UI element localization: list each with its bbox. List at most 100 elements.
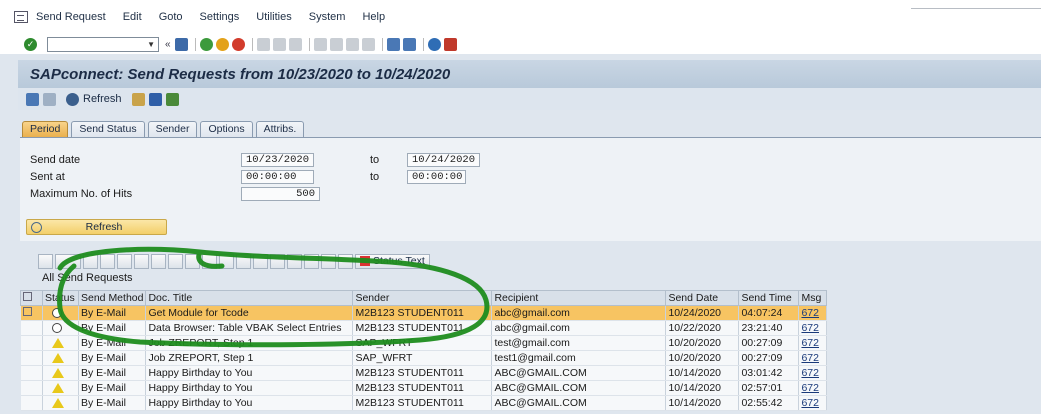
- collapse-selection-icon[interactable]: [43, 92, 56, 106]
- send-date-from-input[interactable]: 10/23/2020: [241, 153, 314, 167]
- table-row[interactable]: By E-Mail Happy Birthday to You M2B123 S…: [20, 395, 828, 411]
- find-icon[interactable]: [272, 37, 286, 51]
- find-next-icon[interactable]: [288, 37, 302, 51]
- sort-menu-icon[interactable]: [55, 253, 81, 269]
- table-row[interactable]: By E-Mail Get Module for Tcode M2B123 ST…: [20, 305, 828, 321]
- views-icon[interactable]: [304, 253, 319, 269]
- tab-sender[interactable]: Sender: [147, 121, 198, 137]
- msg-link[interactable]: 672: [798, 380, 828, 396]
- last-page-icon[interactable]: [361, 37, 375, 51]
- save-icon[interactable]: [174, 37, 188, 51]
- refresh-icon[interactable]: [66, 92, 79, 106]
- save-layout-icon[interactable]: [270, 253, 285, 269]
- send-icon[interactable]: [338, 253, 353, 269]
- msg-link[interactable]: 672: [798, 395, 828, 411]
- status-cell: [42, 305, 79, 321]
- sort-ascending-icon[interactable]: [83, 253, 98, 269]
- select-all-icon[interactable]: [23, 292, 32, 301]
- menu-send-request[interactable]: Send Request: [36, 11, 106, 23]
- find-icon[interactable]: [117, 253, 132, 269]
- column-header-msg[interactable]: Msg: [798, 290, 828, 306]
- command-field[interactable]: ▼: [47, 36, 159, 52]
- row-selector[interactable]: [20, 365, 43, 381]
- row-selector[interactable]: [20, 305, 43, 321]
- print-preview-icon[interactable]: [202, 253, 217, 269]
- back-icon[interactable]: [199, 37, 213, 51]
- new-session-icon[interactable]: [386, 37, 400, 51]
- sent-at-from-input[interactable]: 00:00:00: [241, 170, 314, 184]
- menu-utilities[interactable]: Utilities: [256, 11, 291, 23]
- menu-icon[interactable]: [14, 11, 28, 23]
- info-icon[interactable]: [148, 92, 162, 106]
- layout-menu-icon[interactable]: [443, 37, 457, 51]
- cancel-icon[interactable]: [231, 37, 245, 51]
- table-row[interactable]: By E-Mail Happy Birthday to You M2B123 S…: [20, 365, 828, 381]
- doc-title-cell: Job ZREPORT, Step 1: [145, 335, 354, 351]
- menu-settings[interactable]: Settings: [200, 11, 240, 23]
- shortcut-icon[interactable]: [402, 37, 416, 51]
- print-icon[interactable]: [256, 37, 270, 51]
- column-header-status[interactable]: Status: [42, 290, 79, 306]
- msg-link[interactable]: 672: [798, 320, 828, 336]
- send-date-cell: 10/14/2020: [665, 395, 740, 411]
- exit-icon[interactable]: [215, 37, 229, 51]
- send-date-cell: 10/20/2020: [665, 350, 740, 366]
- layout-icon[interactable]: [236, 253, 251, 269]
- graphic-icon[interactable]: [287, 253, 302, 269]
- structure-icon[interactable]: [165, 92, 179, 106]
- column-header-send-time[interactable]: Send Time: [738, 290, 800, 306]
- find-next-icon[interactable]: [134, 253, 149, 269]
- refresh-label[interactable]: Refresh: [83, 93, 122, 105]
- row-selector[interactable]: [20, 395, 43, 411]
- tab-options[interactable]: Options: [200, 121, 253, 137]
- menu-system[interactable]: System: [309, 11, 346, 23]
- settings-icon[interactable]: [131, 92, 145, 106]
- status-text-button[interactable]: Status Text: [355, 253, 430, 269]
- abc-analysis-icon[interactable]: [321, 253, 336, 269]
- row-selector[interactable]: [20, 320, 43, 336]
- sent-at-to-input[interactable]: 00:00:00: [407, 170, 466, 184]
- send-date-to-input[interactable]: 10/24/2020: [407, 153, 480, 167]
- table-row[interactable]: By E-Mail Job ZREPORT, Step 1 SAP_WFRT t…: [20, 335, 828, 351]
- msg-link[interactable]: 672: [798, 350, 828, 366]
- row-selector[interactable]: [20, 335, 43, 351]
- msg-link[interactable]: 672: [798, 365, 828, 381]
- msg-link[interactable]: 672: [798, 335, 828, 351]
- tab-period[interactable]: Period: [22, 121, 69, 137]
- subtotal-icon[interactable]: [185, 253, 200, 269]
- table-row[interactable]: By E-Mail Data Browser: Table VBAK Selec…: [20, 320, 828, 336]
- chevron-down-icon[interactable]: ▼: [147, 40, 155, 49]
- next-page-icon[interactable]: [345, 37, 359, 51]
- row-selector[interactable]: [20, 350, 43, 366]
- table-row[interactable]: By E-Mail Happy Birthday to You M2B123 S…: [20, 380, 828, 396]
- enter-check-icon[interactable]: ✓: [24, 37, 37, 51]
- help-icon[interactable]: [427, 37, 441, 51]
- total-icon[interactable]: [168, 253, 183, 269]
- expand-selection-icon[interactable]: [26, 92, 39, 106]
- refresh-button[interactable]: Refresh: [26, 219, 167, 235]
- filter-icon[interactable]: [151, 253, 166, 269]
- menu-help[interactable]: Help: [362, 11, 385, 23]
- previous-page-icon[interactable]: [329, 37, 343, 51]
- column-header-recipient[interactable]: Recipient: [491, 290, 667, 306]
- tab-send-status[interactable]: Send Status: [71, 121, 145, 137]
- tab-attribs[interactable]: Attribs.: [255, 121, 305, 137]
- menu-edit[interactable]: Edit: [123, 11, 142, 23]
- menu-goto[interactable]: Goto: [159, 11, 183, 23]
- max-hits-input[interactable]: 500: [241, 187, 320, 201]
- msg-link[interactable]: 672: [798, 305, 828, 321]
- column-header-doc-title[interactable]: Doc. Title: [145, 290, 354, 306]
- sort-descending-icon[interactable]: [100, 253, 115, 269]
- expand-icon[interactable]: «: [165, 39, 171, 50]
- row-selector-icon[interactable]: [22, 307, 32, 316]
- export-icon[interactable]: [219, 253, 234, 269]
- select-all-header[interactable]: [20, 290, 43, 306]
- column-header-send-date[interactable]: Send Date: [665, 290, 740, 306]
- table-row[interactable]: By E-Mail Job ZREPORT, Step 1 SAP_WFRT t…: [20, 350, 828, 366]
- first-page-icon[interactable]: [313, 37, 327, 51]
- column-header-send-method[interactable]: Send Method: [77, 290, 147, 306]
- choose-layout-icon[interactable]: [253, 253, 268, 269]
- column-header-sender[interactable]: Sender: [352, 290, 493, 306]
- details-icon[interactable]: [38, 253, 53, 269]
- row-selector[interactable]: [20, 380, 43, 396]
